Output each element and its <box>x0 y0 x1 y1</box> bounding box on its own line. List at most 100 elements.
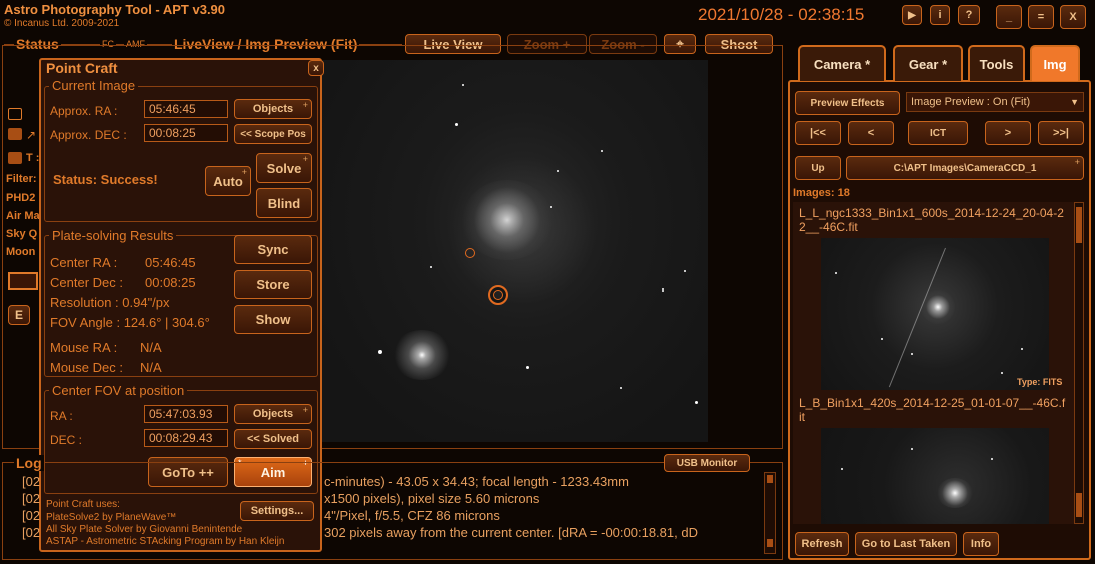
star <box>526 366 529 369</box>
log-prefix: [02 <box>22 508 41 523</box>
star <box>620 387 622 389</box>
next-image-button[interactable]: > <box>985 121 1031 145</box>
star <box>662 288 664 290</box>
refresh-button[interactable]: Refresh <box>795 532 849 556</box>
approx-dec-label: Approx. DEC : <box>50 128 127 142</box>
star <box>662 290 664 292</box>
star <box>991 458 993 460</box>
up-button[interactable]: Up <box>795 156 841 180</box>
target-objects-label: Objects <box>252 408 294 420</box>
star <box>601 150 603 152</box>
ict-button[interactable]: ICT <box>908 121 968 145</box>
preview-image[interactable] <box>322 60 708 442</box>
point-craft-close-button[interactable]: x <box>308 60 324 76</box>
prev-image-button[interactable]: < <box>848 121 894 145</box>
folder-path-button[interactable]: C:\APT Images\CameraCCD_1 + <box>846 156 1084 180</box>
minimize-button[interactable]: _ <box>996 5 1022 29</box>
scope-pos-label: << Scope Pos <box>240 128 306 140</box>
thumbnail-item[interactable]: L_L_ngc1333_Bin1x1_600s_2014-12-24_20-04… <box>793 202 1074 392</box>
mouse-target-marker <box>465 248 475 258</box>
star <box>911 353 913 355</box>
plus-icon: + <box>302 405 308 415</box>
filter-label: Filter: <box>6 173 37 185</box>
scroll-down-icon[interactable] <box>767 539 773 547</box>
auto-button[interactable]: Auto + <box>205 166 251 196</box>
approx-ra-field[interactable]: 05:46:45 <box>144 100 228 118</box>
scope-pos-button[interactable]: << Scope Pos <box>234 124 312 144</box>
objects-button[interactable]: Objects + <box>234 99 312 119</box>
log-line: 302 pixels away from the current center.… <box>324 525 698 540</box>
plus-icon: + <box>1074 157 1080 167</box>
store-label: Store <box>256 277 290 292</box>
usb-monitor-label: USB Monitor <box>676 457 738 469</box>
star <box>430 266 432 268</box>
app-title: Astro Photography Tool - APT v3.90 <box>4 2 226 17</box>
focuser-status-icon <box>8 152 22 164</box>
go-to-last-taken-label: Go to Last Taken <box>861 538 951 550</box>
thumbnail-scrollbar[interactable] <box>1074 202 1084 524</box>
star <box>835 272 837 274</box>
play-button[interactable]: ▶ <box>902 5 922 25</box>
target-dec-field[interactable]: 00:08:29.43 <box>144 429 228 447</box>
aim-target-marker <box>488 285 508 305</box>
last-image-button[interactable]: >>| <box>1038 121 1084 145</box>
blind-label: Blind <box>267 195 301 211</box>
usb-monitor-button[interactable]: USB Monitor <box>664 454 750 472</box>
e-button[interactable]: E <box>8 305 30 325</box>
datetime-display: 2021/10/28 - 02:38:15 <box>698 5 865 24</box>
scroll-up-icon[interactable] <box>767 475 773 483</box>
star <box>911 448 913 450</box>
star <box>695 401 698 404</box>
image-preview-select[interactable]: Image Preview : On (Fit) ▼ <box>906 92 1084 112</box>
chevron-down-icon: ▼ <box>1070 97 1079 107</box>
fov-angle-value: FOV Angle : 124.6° | 304.6° <box>50 315 210 330</box>
close-button[interactable]: X <box>1060 5 1086 29</box>
show-button[interactable]: Show <box>234 305 312 334</box>
phd2-label: PHD2 <box>6 192 36 204</box>
log-line: x1500 pixels), pixel size 5.60 microns <box>324 491 540 506</box>
ict-label: ICT <box>929 127 947 139</box>
t-status-label: T : <box>26 152 40 164</box>
sync-button[interactable]: Sync <box>234 235 312 264</box>
thumbnail-list: L_L_ngc1333_Bin1x1_600s_2014-12-24_20-04… <box>793 202 1074 524</box>
center-fov-legend: Center FOV at position <box>49 383 188 398</box>
solved-button[interactable]: << Solved <box>234 429 312 449</box>
maximize-button[interactable]: = <box>1028 5 1054 29</box>
info-image-button[interactable]: Info <box>963 532 999 556</box>
plus-icon: + <box>302 100 308 110</box>
mount-status-icon <box>8 128 22 140</box>
point-craft-title: Point Craft <box>46 60 118 76</box>
scroll-down-icon[interactable] <box>1076 493 1082 517</box>
log-label: Log <box>14 455 44 471</box>
log-prefix: [02 <box>22 525 41 540</box>
help-button[interactable]: ? <box>958 5 980 25</box>
blind-button[interactable]: Blind <box>256 188 312 218</box>
first-image-label: |<< <box>810 127 826 139</box>
scroll-thumb[interactable] <box>1076 207 1082 243</box>
tab-img[interactable]: Img <box>1030 45 1080 81</box>
next-image-label: > <box>1004 127 1012 139</box>
store-button[interactable]: Store <box>234 270 312 299</box>
target-ra-field[interactable]: 05:47:03.93 <box>144 405 228 423</box>
log-scrollbar[interactable] <box>764 472 776 554</box>
thumbnail-image <box>821 428 1049 524</box>
first-image-button[interactable]: |<< <box>795 121 841 145</box>
preview-effects-button[interactable]: Preview Effects <box>795 91 900 115</box>
solve-button[interactable]: Solve + <box>256 153 312 183</box>
info-icon: i <box>938 9 942 21</box>
air-mass-label: Air Ma <box>6 210 40 222</box>
nebula-secondary <box>392 330 452 380</box>
star <box>1021 348 1023 350</box>
info-button[interactable]: i <box>930 5 950 25</box>
tab-tools[interactable]: Tools <box>968 45 1025 81</box>
thumbnail-item[interactable]: L_B_Bin1x1_420s_2014-12-25_01-01-07__-46… <box>793 392 1074 524</box>
resolution-value: Resolution : 0.94"/px <box>50 295 170 310</box>
tab-gear[interactable]: Gear * <box>893 45 963 81</box>
mouse-ra-value: N/A <box>140 340 162 355</box>
sync-label: Sync <box>257 242 289 257</box>
approx-dec-field[interactable]: 00:08:25 <box>144 124 228 142</box>
go-to-last-taken-button[interactable]: Go to Last Taken <box>855 532 957 556</box>
tab-camera[interactable]: Camera * <box>798 45 886 81</box>
preview-effects-label: Preview Effects <box>810 97 885 109</box>
target-objects-button[interactable]: Objects + <box>234 404 312 424</box>
